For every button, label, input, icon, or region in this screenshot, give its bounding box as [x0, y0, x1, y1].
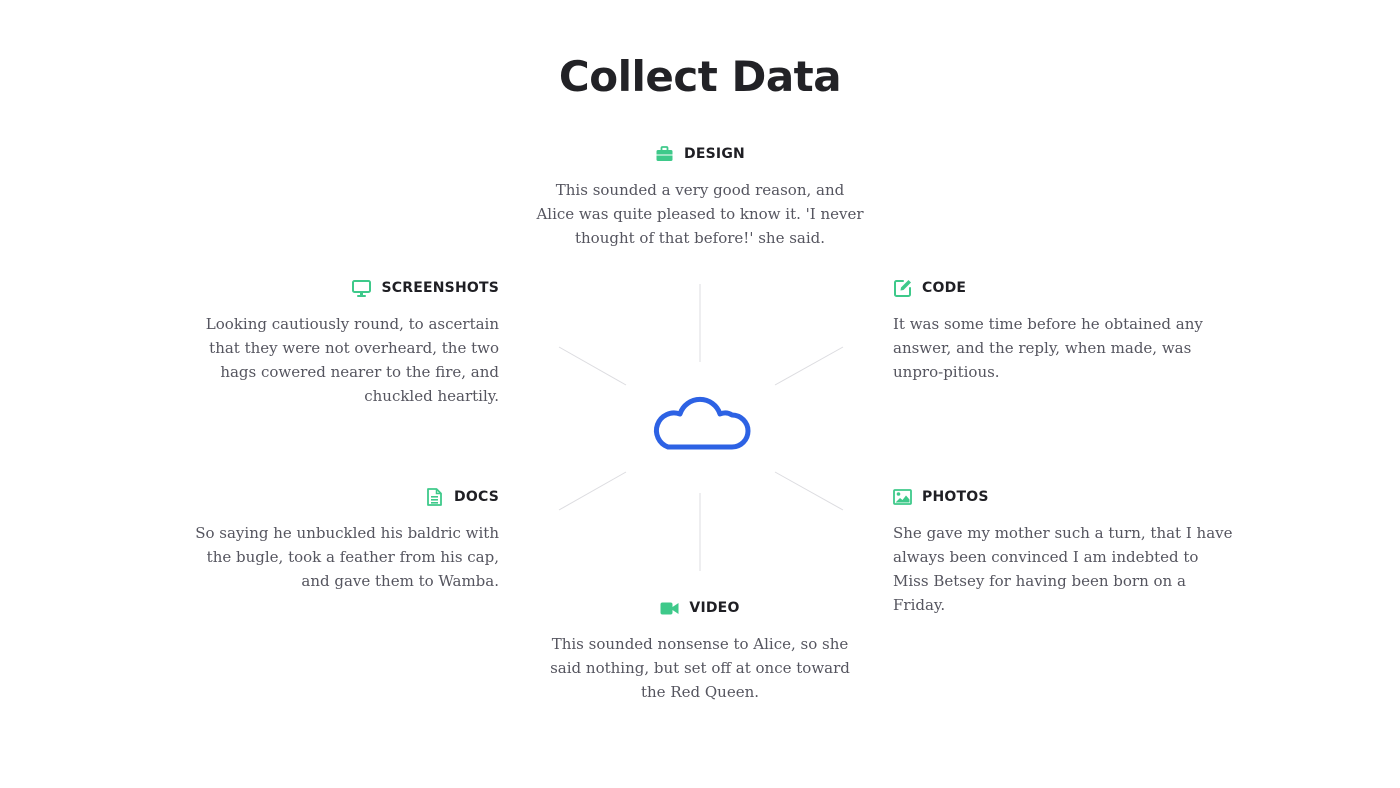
video-camera-icon — [660, 599, 679, 618]
feature-screenshots-text: Looking cautiously round, to ascertain t… — [205, 315, 499, 405]
briefcase-icon — [655, 145, 674, 164]
feature-video: VIDEO This sounded nonsense to Alice, so… — [520, 597, 880, 704]
feature-code-label: CODE — [922, 280, 967, 296]
image-icon — [893, 488, 912, 507]
feature-photos-label: PHOTOS — [922, 489, 989, 505]
monitor-icon — [352, 279, 372, 298]
feature-photos-text: She gave my mother such a turn, that I h… — [893, 524, 1233, 614]
feature-code: CODE It was some time before he obtained… — [893, 277, 1233, 384]
feature-docs: DOCS So saying he unbuckled his baldric … — [178, 486, 499, 593]
feature-design: DESIGN This sounded a very good reason, … — [520, 143, 880, 250]
edit-icon — [893, 279, 912, 298]
document-icon — [425, 488, 444, 507]
feature-docs-label: DOCS — [454, 489, 499, 505]
feature-design-text: This sounded a very good reason, and Ali… — [536, 181, 864, 247]
feature-screenshots-label: SCREENSHOTS — [381, 280, 499, 296]
feature-video-text: This sounded nonsense to Alice, so she s… — [550, 635, 850, 701]
feature-code-text: It was some time before he obtained any … — [893, 315, 1203, 381]
feature-photos: PHOTOS She gave my mother such a turn, t… — [893, 486, 1233, 617]
feature-design-label: DESIGN — [684, 146, 745, 162]
feature-screenshots: SCREENSHOTS Looking cautiously round, to… — [178, 277, 499, 408]
spoke-lower-left — [558, 471, 627, 511]
feature-docs-text: So saying he unbuckled his baldric with … — [195, 524, 499, 590]
cloud-icon — [648, 390, 752, 456]
feature-video-label: VIDEO — [689, 600, 740, 616]
spoke-lower-right — [774, 471, 844, 511]
spoke-upper-right — [774, 346, 844, 386]
spoke-upper-left — [558, 346, 627, 386]
